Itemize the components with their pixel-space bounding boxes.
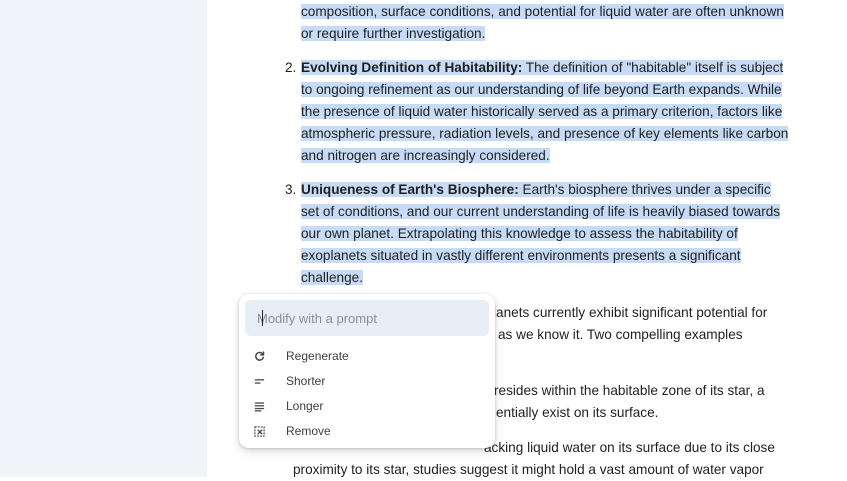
list-item-line: exoplanets situated in vastly different … — [301, 248, 741, 263]
list-item-line: Uniqueness of Earth's Biosphere: Earth's… — [301, 182, 771, 197]
partial-text-line: resides within the habitable zone of its… — [494, 383, 765, 398]
intro-line: or require further investigation. — [301, 26, 486, 41]
remove-icon — [253, 425, 265, 437]
list-item-line: our own planet. Extrapolating this knowl… — [301, 226, 738, 241]
partial-text-line: entially exist on its surface. — [496, 405, 659, 420]
shorter-icon — [253, 375, 265, 387]
partial-text-line: proximity to its star, studies suggest i… — [293, 462, 764, 477]
longer-menu-item[interactable]: Longer — [247, 394, 487, 418]
modify-response-popup: Regenerate Shorter Longer Remove — [239, 294, 495, 448]
refresh-icon — [253, 350, 265, 362]
shorter-label: Shorter — [286, 374, 326, 388]
list-item-line: atmospheric pressure, radiation levels, … — [301, 126, 789, 141]
shorter-menu-item[interactable]: Shorter — [247, 369, 487, 393]
modify-prompt-input[interactable] — [245, 300, 489, 336]
remove-label: Remove — [286, 424, 331, 438]
text-caret — [262, 310, 263, 326]
list-item-title: Uniqueness of Earth's Biosphere: — [301, 182, 519, 197]
remove-menu-item[interactable]: Remove — [247, 419, 487, 443]
list-item-line: challenge. — [301, 270, 363, 285]
longer-icon — [253, 400, 265, 412]
intro-line: composition, surface conditions, and pot… — [301, 4, 784, 19]
list-item-line: Evolving Definition of Habitability: The… — [301, 60, 784, 75]
list-number: 3. — [285, 182, 297, 197]
partial-text-line: lanets currently exhibit significant pot… — [493, 305, 768, 320]
prompt-box — [245, 300, 489, 336]
list-item-line: the presence of liquid water historicall… — [301, 104, 783, 119]
partial-text-line: as we know it. Two compelling examples — [498, 327, 743, 342]
list-item-title: Evolving Definition of Habitability: — [301, 60, 523, 75]
list-item-line: to ongoing refinement as our understandi… — [301, 82, 782, 97]
list-number: 2. — [285, 60, 297, 75]
partial-text-line: acking liquid water on its surface due t… — [484, 440, 775, 455]
regenerate-label: Regenerate — [286, 349, 349, 363]
regenerate-menu-item[interactable]: Regenerate — [247, 344, 487, 368]
list-item-line: and nitrogen are increasingly considered… — [301, 148, 550, 163]
list-item-line: set of conditions, and our current under… — [301, 204, 781, 219]
longer-label: Longer — [286, 399, 324, 413]
